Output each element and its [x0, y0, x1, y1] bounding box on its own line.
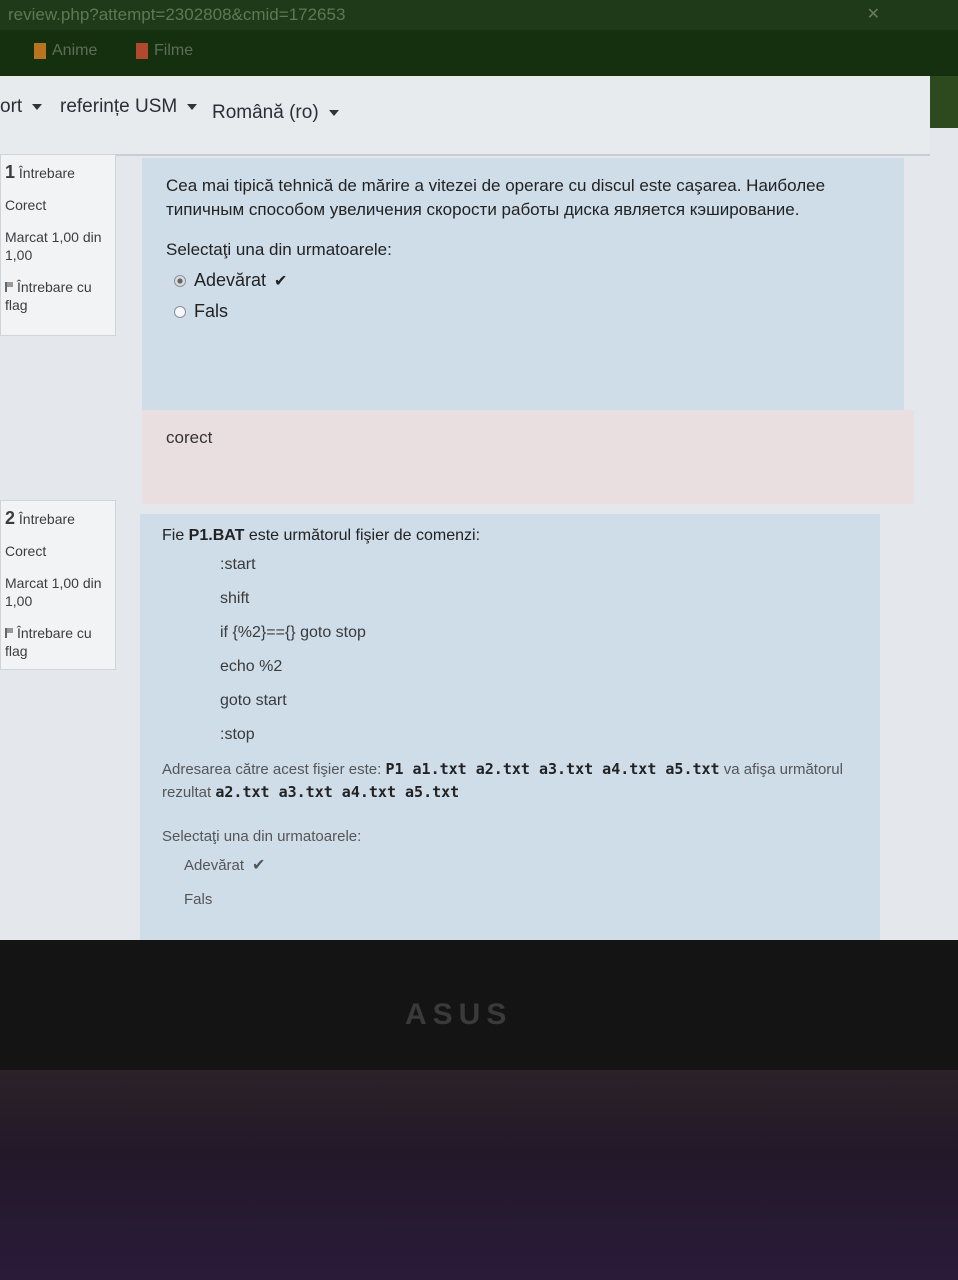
intro-text: Fie — [162, 527, 189, 544]
code-line: if {%2}=={} goto stop — [220, 624, 366, 641]
answer-option-true[interactable]: Adevărat ✔ — [184, 855, 858, 875]
command-text: P1 a1.txt a2.txt a3.txt a4.txt a5.txt — [385, 760, 720, 778]
close-icon[interactable]: ✕ — [867, 0, 880, 30]
language-selector[interactable]: Română (ro) — [212, 102, 339, 124]
answer-option-false[interactable]: Fals — [184, 891, 858, 908]
quiz-review-page: ort referințe USM Română (ro) 1 Întrebar… — [0, 76, 958, 940]
feedback-text: corect — [166, 428, 213, 447]
nav-item-references[interactable]: referințe USM — [60, 96, 198, 118]
question-status: Corect — [5, 543, 47, 559]
flag-question-link[interactable]: Întrebare cu flag — [5, 624, 111, 660]
folder-icon — [136, 43, 148, 59]
radio-button[interactable] — [174, 305, 186, 318]
bookmarks-bar: Anime Filme — [0, 30, 958, 76]
question-mark: Marcat 1,00 din 1,00 — [5, 229, 102, 263]
option-label: Fals — [194, 301, 229, 321]
nav-label: referințe USM — [60, 96, 178, 117]
check-icon: ✔ — [274, 272, 288, 290]
question-label: Întrebare — [18, 511, 75, 527]
question-number: 1 — [5, 162, 16, 182]
nav-label: ort — [0, 96, 23, 117]
question-2-content: Fie P1.BAT este următorul fişier de come… — [140, 514, 880, 940]
chevron-down-icon — [32, 104, 43, 110]
answer-option-true[interactable]: Adevărat ✔ — [174, 270, 880, 291]
code-line: :start — [220, 556, 256, 573]
answer-prompt: Selectaţi una din urmatoarele: — [166, 240, 392, 259]
batch-code: :start shift if {%2}=={} goto stop echo … — [220, 548, 858, 752]
answer-option-false[interactable]: Fals — [174, 301, 880, 322]
folder-icon — [34, 43, 46, 59]
question-number: 2 — [5, 508, 16, 528]
option-label: Adevărat — [184, 856, 245, 874]
bookmark-anime[interactable]: Anime — [34, 42, 97, 60]
intro-filename: P1.BAT — [188, 527, 245, 544]
flag-label: Întrebare cu flag — [5, 279, 92, 313]
bookmark-label: Anime — [52, 42, 98, 59]
code-line: :stop — [220, 726, 255, 743]
question-mark: Marcat 1,00 din 1,00 — [5, 575, 102, 609]
chevron-down-icon — [187, 104, 198, 110]
question-2-info: 2 Întrebare Corect Marcat 1,00 din 1,00 … — [0, 500, 116, 670]
question-1-info: 1 Întrebare Corect Marcat 1,00 din 1,00 … — [0, 154, 116, 336]
nav-item-support[interactable]: ort — [0, 96, 43, 118]
url-text: review.php?attempt=2302808&cmid=172653 — [8, 5, 346, 24]
flag-question-link[interactable]: Întrebare cu flag — [5, 278, 111, 314]
brand-logo: ASUS — [405, 998, 513, 1031]
radio-button[interactable] — [174, 274, 186, 287]
option-label: Fals — [184, 891, 213, 908]
question-text: Cea mai tipică tehnică de mărire a vitez… — [166, 176, 826, 219]
bookmark-filme[interactable]: Filme — [136, 42, 193, 60]
laptop-bezel: ASUS — [0, 940, 958, 1070]
question-1-content: Cea mai tipică tehnică de mărire a vitez… — [142, 158, 904, 420]
code-line: shift — [220, 590, 250, 607]
question-status: Corect — [5, 197, 47, 213]
answer-prompt: Selectaţi una din urmatoarele: — [162, 828, 362, 845]
question-intro: Fie P1.BAT este următorul fişier de come… — [162, 524, 858, 548]
option-label: Adevărat — [194, 270, 267, 290]
address-bar[interactable]: review.php?attempt=2302808&cmid=172653 ✕ — [0, 0, 958, 30]
top-navigation: ort referințe USM Română (ro) — [0, 76, 930, 156]
flag-label: Întrebare cu flag — [5, 625, 92, 659]
flag-icon — [5, 628, 13, 638]
intro-text: este următorul fişier de comenzi: — [244, 527, 481, 544]
chevron-down-icon — [328, 110, 339, 116]
flag-icon — [5, 282, 13, 292]
question-label: Întrebare — [18, 165, 75, 181]
feedback-box: corect — [142, 410, 914, 504]
body-text: Adresarea către acest fişier este: — [162, 761, 386, 778]
bookmark-label: Filme — [154, 42, 194, 59]
result-text: a2.txt a3.txt a4.txt a5.txt — [215, 783, 460, 801]
code-line: goto start — [220, 692, 287, 709]
window-edge — [930, 76, 958, 128]
question-body: Adresarea către acest fişier este: P1 a1… — [162, 758, 858, 804]
check-icon: ✔ — [252, 857, 266, 874]
nav-label: Română (ro) — [212, 102, 319, 123]
code-line: echo %2 — [220, 658, 283, 675]
laptop-deck — [0, 1070, 958, 1280]
